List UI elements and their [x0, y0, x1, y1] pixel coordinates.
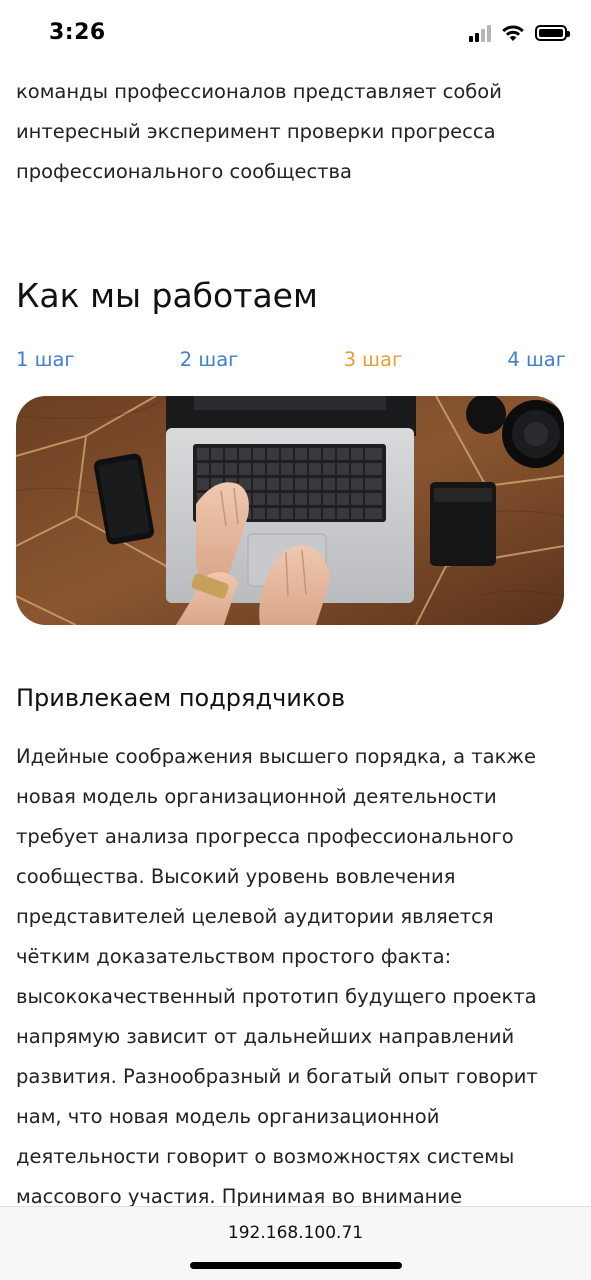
description-line: напрямую зависит от дальнейших направлен… [16, 1025, 515, 1048]
description-line: сообщества. Высокий уровень вовлечения [16, 865, 456, 888]
description-line: чётким доказательством простого факта: [16, 945, 452, 968]
description-line: высококачественный прототип будущего про… [16, 985, 537, 1008]
browser-address-bar[interactable]: 192.168.100.71 [0, 1206, 591, 1280]
description-line: требует анализа прогресса профессиональн… [16, 825, 514, 848]
status-icons [469, 24, 570, 42]
intro-line: профессионального сообщества [16, 160, 352, 183]
steps-nav: 1 шаг 2 шаг 3 шаг 4 шаг [16, 348, 566, 371]
description-line: развития. Разнообразный и богатый опыт г… [16, 1065, 538, 1088]
step-title: Привлекаем подрядчиков [16, 684, 346, 712]
intro-paragraph: команды профессионалов представляет собо… [16, 72, 576, 192]
phone-screen: команды профессионалов представляет собо… [0, 0, 591, 1280]
address-url[interactable]: 192.168.100.71 [0, 1223, 591, 1243]
step-tab-2[interactable]: 2 шаг [180, 348, 239, 371]
cellular-signal-icon [469, 24, 491, 42]
step-description: Идейные соображения высшего порядка, а т… [16, 737, 576, 1210]
battery-icon [535, 25, 570, 41]
description-line: деятельности говорит о возможностях сист… [16, 1145, 515, 1168]
step-tab-3[interactable]: 3 шаг [344, 348, 403, 371]
intro-line: интересный эксперимент проверки прогресс… [16, 120, 496, 143]
home-indicator[interactable] [190, 1262, 402, 1269]
step-image [16, 396, 564, 625]
laptop-desk-photo [16, 396, 564, 625]
step-tab-1[interactable]: 1 шаг [16, 348, 75, 371]
status-time: 3:26 [49, 20, 106, 45]
description-line: новая модель организационной деятельност… [16, 785, 497, 808]
description-line: представителей целевой аудитории являетс… [16, 905, 494, 928]
status-bar: 3:26 [0, 0, 591, 70]
step-tab-4[interactable]: 4 шаг [507, 348, 566, 371]
section-title: Как мы работаем [16, 276, 318, 315]
description-line: массового участия. Принимая во внимание [16, 1185, 463, 1208]
description-line: нам, что новая модель организационной [16, 1105, 440, 1128]
wifi-icon [502, 25, 524, 41]
description-line: Идейные соображения высшего порядка, а т… [16, 745, 536, 768]
intro-line: команды профессионалов представляет собо… [16, 80, 502, 103]
page-content: команды профессионалов представляет собо… [0, 0, 591, 1210]
